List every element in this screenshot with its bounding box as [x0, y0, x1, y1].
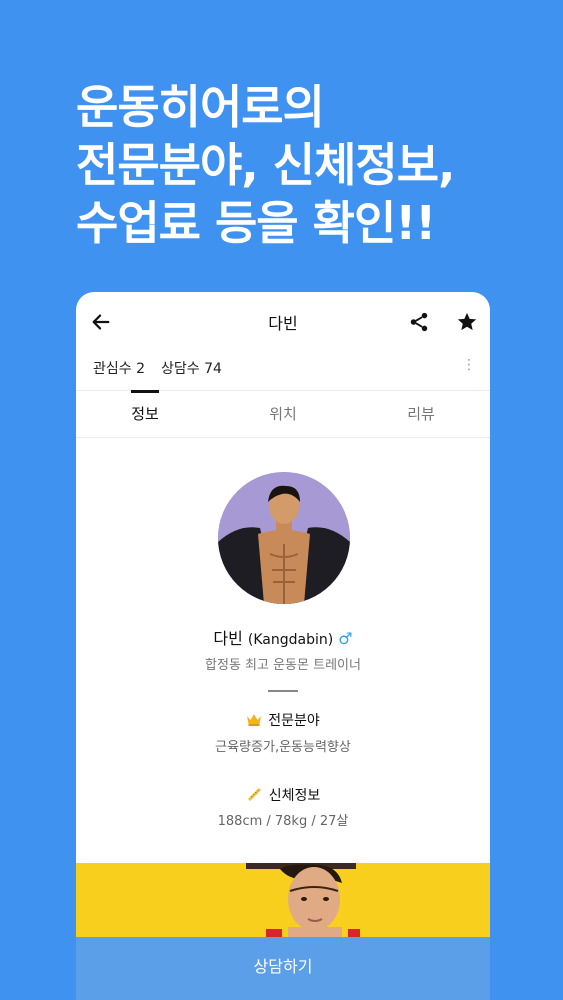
section-divider — [268, 690, 298, 692]
interest-count: 관심수 2 — [93, 361, 145, 377]
specialty-title: 전문분야 — [268, 713, 320, 729]
ruler-icon — [246, 786, 263, 807]
consult-button[interactable]: 상담하기 — [76, 937, 490, 1000]
specialty-title-row: 전문분야 — [76, 710, 490, 730]
trainer-name-line: 다빈 (Kangdabin) ♂ — [76, 625, 490, 649]
stats-row: 관심수 2 상담수 74 ⋮ — [76, 352, 490, 390]
trainer-photo-banner — [76, 863, 490, 937]
star-icon — [457, 312, 477, 331]
headline-line-2: 전문분야, 신체정보, — [76, 138, 456, 192]
app-bar: 다빈 — [76, 292, 490, 352]
tab-bar: 정보 위치 리뷰 — [76, 390, 490, 438]
tab-info[interactable]: 정보 — [76, 391, 214, 437]
headline-line-1: 운동히어로의 — [76, 80, 325, 134]
trainer-subtitle: 합정동 최고 운동몬 트레이너 — [205, 658, 361, 673]
promo-headline: 운동히어로의 전문분야, 신체정보, 수업료 등을 확인!! — [76, 78, 546, 252]
share-icon — [410, 312, 428, 332]
profile-avatar — [218, 472, 350, 604]
share-button[interactable] — [406, 309, 432, 335]
tab-reviews[interactable]: 리뷰 — [352, 391, 490, 437]
more-options-icon[interactable]: ⋮ — [462, 358, 476, 372]
favorite-button[interactable] — [454, 309, 480, 335]
male-gender-icon: ♂ — [338, 629, 353, 648]
tab-location[interactable]: 위치 — [214, 391, 352, 437]
trainer-banner-photo — [76, 863, 490, 937]
body-info-value: 188cm / 78kg / 27살 — [217, 814, 349, 829]
body-info-title: 신체정보 — [268, 788, 321, 804]
trainer-name: 다빈 — [213, 629, 243, 648]
crown-icon — [246, 713, 262, 730]
body-info-title-row: 신체정보 — [76, 785, 490, 807]
consult-count: 상담수 74 — [161, 361, 222, 377]
specialty-value: 근육량증가,운동능력향상 — [215, 740, 351, 755]
app-screen: 다빈 관심수 2 상담수 74 ⋮ 정보 위치 리뷰 다빈 (Kangdabin… — [76, 292, 490, 1000]
headline-line-3: 수업료 등을 확인!! — [76, 196, 436, 250]
profile-photo — [218, 472, 350, 604]
trainer-alias: (Kangdabin) — [247, 632, 334, 648]
